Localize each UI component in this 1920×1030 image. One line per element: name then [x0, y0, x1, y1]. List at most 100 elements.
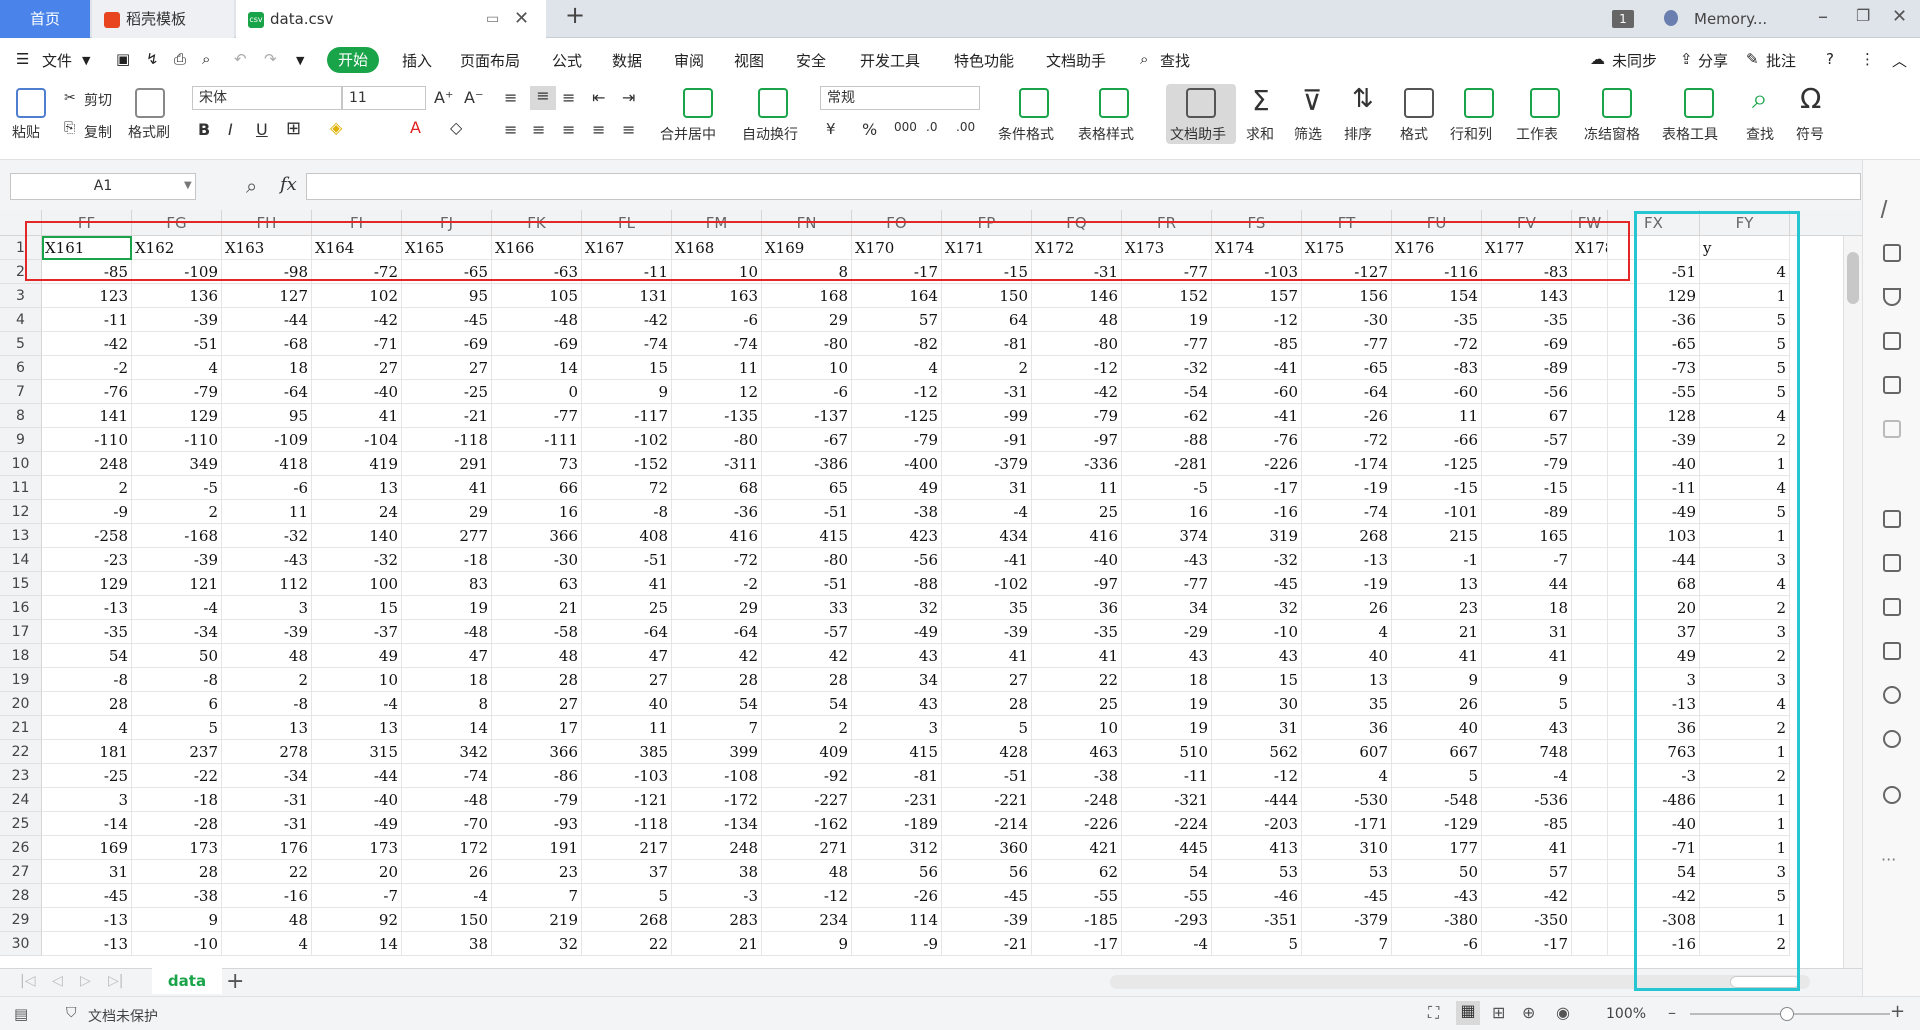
data-cell[interactable]: -42: [42, 332, 132, 356]
data-cell[interactable]: 127: [222, 284, 312, 308]
data-cell[interactable]: 63: [492, 572, 582, 596]
data-cell[interactable]: -2: [672, 572, 762, 596]
data-cell[interactable]: -4: [942, 500, 1032, 524]
menu-review[interactable]: 审阅: [674, 50, 704, 71]
data-cell[interactable]: -71: [312, 332, 402, 356]
menu-security[interactable]: 安全: [796, 50, 826, 71]
data-cell[interactable]: -77: [1122, 332, 1212, 356]
data-cell[interactable]: 277: [402, 524, 492, 548]
data-cell[interactable]: -60: [1212, 380, 1302, 404]
data-cell[interactable]: -97: [1032, 572, 1122, 596]
data-cell[interactable]: 3: [42, 788, 132, 812]
redo-icon[interactable]: ↷: [264, 50, 277, 68]
data-cell[interactable]: -12: [852, 380, 942, 404]
data-cell[interactable]: -66: [1392, 428, 1482, 452]
data-cell[interactable]: 18: [402, 668, 492, 692]
grow-font-icon[interactable]: A⁺: [434, 88, 453, 107]
data-cell[interactable]: -12: [1032, 356, 1122, 380]
data-cell[interactable]: -79: [1032, 404, 1122, 428]
row-header[interactable]: 29: [0, 908, 42, 932]
data-cell[interactable]: [1572, 740, 1608, 764]
data-cell[interactable]: -57: [1482, 428, 1572, 452]
distribute-icon[interactable]: ≡: [622, 120, 635, 139]
data-cell[interactable]: -8: [42, 668, 132, 692]
prev-sheet-icon[interactable]: ◁: [52, 973, 63, 989]
formula-input[interactable]: [306, 173, 1861, 200]
data-cell[interactable]: 445: [1122, 836, 1212, 860]
data-cell[interactable]: -15: [1482, 476, 1572, 500]
data-cell[interactable]: 43: [1482, 716, 1572, 740]
data-cell[interactable]: 0: [492, 380, 582, 404]
data-cell[interactable]: 165: [1482, 524, 1572, 548]
data-cell[interactable]: -9: [42, 500, 132, 524]
data-cell[interactable]: 42: [672, 644, 762, 668]
new-tab-icon[interactable]: +: [565, 1, 585, 29]
apps-icon[interactable]: [1883, 332, 1901, 350]
row-header[interactable]: 20: [0, 692, 42, 716]
data-cell[interactable]: [1572, 812, 1608, 836]
data-cell[interactable]: 43: [1212, 644, 1302, 668]
paste-button[interactable]: 粘贴: [12, 122, 40, 142]
data-cell[interactable]: 49: [312, 644, 402, 668]
data-cell[interactable]: [1572, 452, 1608, 476]
data-cell[interactable]: -121: [582, 788, 672, 812]
data-cell[interactable]: 360: [942, 836, 1032, 860]
row-header[interactable]: 9: [0, 428, 42, 452]
data-cell[interactable]: -55: [1032, 884, 1122, 908]
data-cell[interactable]: -69: [1482, 332, 1572, 356]
data-cell[interactable]: -221: [942, 788, 1032, 812]
data-cell[interactable]: -45: [402, 308, 492, 332]
close-window-icon[interactable]: ✕: [1892, 6, 1907, 27]
settings-icon[interactable]: [1883, 420, 1901, 438]
print-preview-icon[interactable]: ⌕: [202, 50, 210, 68]
export-share-icon[interactable]: [1883, 554, 1901, 572]
data-cell[interactable]: 463: [1032, 740, 1122, 764]
data-cell[interactable]: 342: [402, 740, 492, 764]
style-icon[interactable]: [1883, 244, 1901, 262]
data-cell[interactable]: 56: [942, 860, 1032, 884]
data-cell[interactable]: 22: [222, 860, 312, 884]
menu-dev-tools[interactable]: 开发工具: [860, 50, 920, 71]
tab-home[interactable]: 首页: [0, 0, 90, 38]
sheet-tab-data[interactable]: data: [152, 968, 222, 994]
data-cell[interactable]: 434: [942, 524, 1032, 548]
format-painter-button[interactable]: 格式刷: [128, 122, 170, 142]
data-cell[interactable]: -65: [1302, 356, 1392, 380]
data-cell[interactable]: -19: [1302, 572, 1392, 596]
data-cell[interactable]: -56: [852, 548, 942, 572]
data-cell[interactable]: -6: [672, 308, 762, 332]
data-cell[interactable]: 310: [1302, 836, 1392, 860]
data-cell[interactable]: -86: [492, 764, 582, 788]
collapse-ribbon-icon[interactable]: ︿: [1892, 50, 1907, 71]
data-cell[interactable]: 13: [222, 716, 312, 740]
data-cell[interactable]: -39: [132, 308, 222, 332]
data-cell[interactable]: 47: [582, 644, 672, 668]
data-cell[interactable]: 5: [582, 884, 672, 908]
data-cell[interactable]: 41: [402, 476, 492, 500]
data-cell[interactable]: -89: [1482, 356, 1572, 380]
data-cell[interactable]: -64: [582, 620, 672, 644]
data-cell[interactable]: -174: [1302, 452, 1392, 476]
data-cell[interactable]: 22: [582, 932, 672, 956]
data-cell[interactable]: -22: [132, 764, 222, 788]
data-cell[interactable]: 399: [672, 740, 762, 764]
row-header[interactable]: 28: [0, 884, 42, 908]
data-cell[interactable]: 748: [1482, 740, 1572, 764]
data-cell[interactable]: 415: [762, 524, 852, 548]
data-cell[interactable]: 27: [402, 356, 492, 380]
row-header[interactable]: 21: [0, 716, 42, 740]
data-cell[interactable]: 13: [1392, 572, 1482, 596]
data-cell[interactable]: -92: [762, 764, 852, 788]
data-cell[interactable]: 4: [1302, 620, 1392, 644]
data-cell[interactable]: 146: [1032, 284, 1122, 308]
shape-icon[interactable]: [1883, 288, 1901, 306]
data-cell[interactable]: -64: [222, 380, 312, 404]
data-cell[interactable]: 100: [312, 572, 402, 596]
data-cell[interactable]: 41: [942, 644, 1032, 668]
data-cell[interactable]: -7: [312, 884, 402, 908]
data-cell[interactable]: -40: [312, 788, 402, 812]
data-cell[interactable]: 28: [492, 668, 582, 692]
data-cell[interactable]: -172: [672, 788, 762, 812]
data-cell[interactable]: -58: [492, 620, 582, 644]
data-cell[interactable]: 64: [942, 308, 1032, 332]
